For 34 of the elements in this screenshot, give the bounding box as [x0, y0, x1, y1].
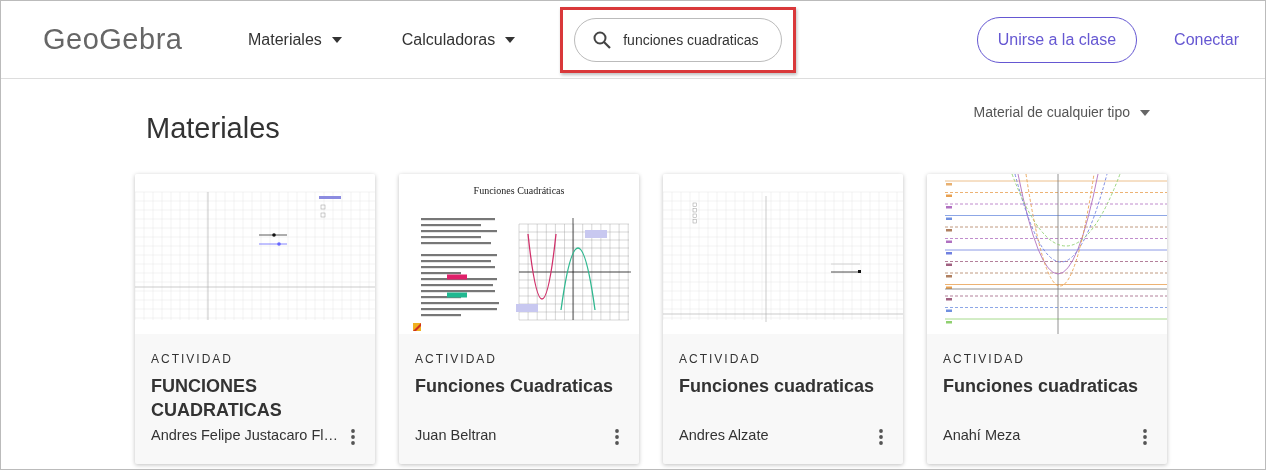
app-icon: [413, 322, 421, 331]
caret-icon: [331, 37, 342, 44]
caret-icon: [1140, 110, 1150, 117]
author-name: Juan Beltran: [415, 425, 497, 445]
nav-menu[interactable]: Calculadoras: [401, 27, 516, 52]
material-card[interactable]: ACTIVIDAD FUNCIONES CUADRATICAS Andres Felipe Justacaro Fl…: [135, 173, 375, 464]
material-type: ACTIVIDAD: [151, 350, 234, 368]
caret-icon: [505, 37, 516, 44]
material-title: Funciones cuadraticas: [943, 374, 1140, 398]
more-icon: [615, 428, 619, 445]
material-type: ACTIVIDAD: [415, 350, 498, 368]
logo[interactable]: GeoGebra: [43, 17, 248, 62]
material-title: FUNCIONES CUADRATICAS: [151, 374, 283, 422]
type-filter-dropdown[interactable]: Material de cualquier tipo: [967, 100, 1156, 124]
material-title: Funciones cuadraticas: [679, 374, 876, 398]
worksheet-title: Funciones Cuadráticas: [472, 183, 566, 198]
page-heading: Materiales: [146, 111, 280, 146]
material-card[interactable]: Funciones Cuadráticas ACTIVIDAD Funciones Cuadraticas Juan Beltran: [399, 173, 639, 464]
material-type: ACTIVIDAD: [943, 350, 1026, 368]
author-name: Andres Alzate: [679, 425, 769, 445]
material-card[interactable]: ACTIVIDAD Funciones cuadraticas Andres Alzate: [663, 173, 903, 464]
author-name: Anahí Meza: [943, 425, 1021, 445]
search-field[interactable]: funciones cuadraticas: [574, 17, 783, 62]
author-name: Andres Felipe Justacaro Fl…: [151, 425, 338, 445]
more-icon: [879, 428, 883, 445]
join-class-button[interactable]: Unirse a la clase: [976, 16, 1138, 63]
more-icon: [351, 428, 355, 445]
more-icon: [1143, 428, 1147, 445]
login-link[interactable]: Conectar: [1174, 27, 1239, 52]
search-icon: [593, 30, 612, 49]
material-type: ACTIVIDAD: [679, 350, 762, 368]
material-card[interactable]: ACTIVIDAD Funciones cuadraticas Anahí Meza: [927, 173, 1167, 464]
nav-menu[interactable]: Materiales: [248, 27, 342, 52]
material-title: Funciones Cuadraticas: [415, 374, 615, 398]
